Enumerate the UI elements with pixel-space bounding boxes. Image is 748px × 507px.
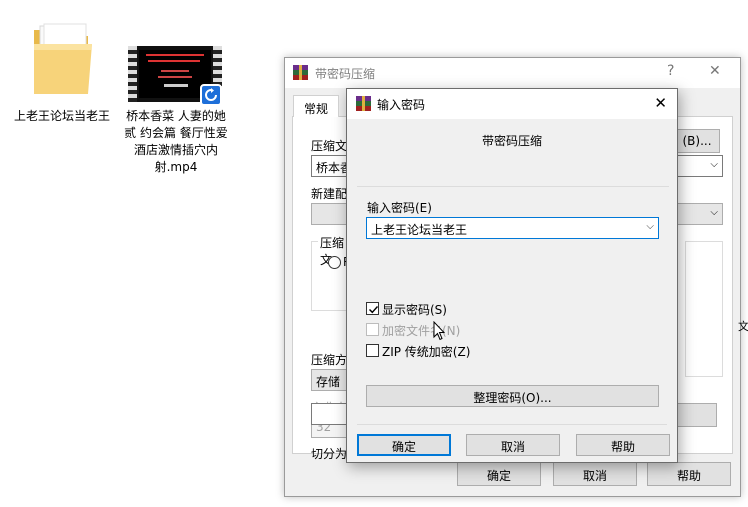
- close-icon[interactable]: ✕: [709, 63, 721, 79]
- divider: [357, 424, 667, 425]
- password-input[interactable]: 上老王论坛当老王 ⌵: [366, 217, 659, 239]
- dialog-subtitle: 带密码压缩: [481, 134, 542, 148]
- update-mode-label: 新建配: [311, 187, 348, 201]
- method-label: 压缩方: [311, 353, 348, 367]
- encrypt-names-checkbox: [366, 323, 379, 336]
- archive-name-label: 压缩文: [311, 139, 348, 153]
- help-button[interactable]: 帮助: [576, 434, 670, 456]
- show-password-label: 显示密码(S): [382, 303, 447, 317]
- organize-passwords-button[interactable]: 整理密码(O)...: [366, 385, 659, 407]
- folder-icon[interactable]: [32, 22, 94, 98]
- mouse-pointer-icon: [433, 320, 446, 344]
- back-help-button[interactable]: 帮助: [647, 462, 731, 486]
- ok-button[interactable]: 确定: [357, 434, 451, 456]
- back-cancel-button[interactable]: 取消: [553, 462, 637, 486]
- sync-badge-icon: [200, 84, 222, 106]
- split-label: 切分为: [311, 447, 348, 461]
- password-value: 上老王论坛当老王: [371, 223, 468, 237]
- close-icon[interactable]: ✕: [654, 94, 667, 112]
- chevron-down-icon[interactable]: ⌵: [646, 221, 654, 232]
- clipped-text: 文: [738, 320, 748, 333]
- zip-legacy-label: ZIP 传统加密(Z): [382, 345, 471, 359]
- zip-legacy-checkbox[interactable]: [366, 344, 379, 357]
- chevron-down-icon: ⌵: [710, 207, 718, 218]
- compress-dialog-title: 带密码压缩: [315, 67, 376, 81]
- password-label: 输入密码(E): [367, 201, 432, 215]
- winrar-icon: [356, 96, 371, 111]
- folder-label: 上老王论坛当老王: [14, 109, 111, 123]
- compress-dialog-titlebar: 带密码压缩 ? ✕: [285, 58, 740, 88]
- options-group: [685, 241, 723, 377]
- password-dialog: 输入密码 ✕ 带密码压缩 输入密码(E) 上老王论坛当老王 ⌵ 显示密码(S) …: [346, 88, 678, 463]
- cancel-button[interactable]: 取消: [466, 434, 560, 456]
- winrar-icon: [293, 65, 308, 80]
- help-icon[interactable]: ?: [667, 63, 674, 79]
- video-file-label: 桥本香菜 人妻的她 贰 约会篇 餐厅性爱酒店激情插穴内射.mp4: [124, 109, 228, 174]
- format-radio[interactable]: [328, 256, 341, 269]
- back-ok-button[interactable]: 确定: [457, 462, 541, 486]
- method-value: 存储: [316, 375, 341, 389]
- show-password-checkbox[interactable]: [366, 302, 379, 315]
- encrypt-names-label: 加密文件名(N): [382, 324, 461, 338]
- password-dialog-title: 输入密码: [377, 98, 426, 112]
- tab-general[interactable]: 常规: [293, 95, 339, 117]
- password-dialog-titlebar: 输入密码 ✕: [347, 89, 677, 119]
- browse-button[interactable]: (B)...: [674, 129, 720, 153]
- chevron-down-icon: ⌵: [710, 159, 718, 170]
